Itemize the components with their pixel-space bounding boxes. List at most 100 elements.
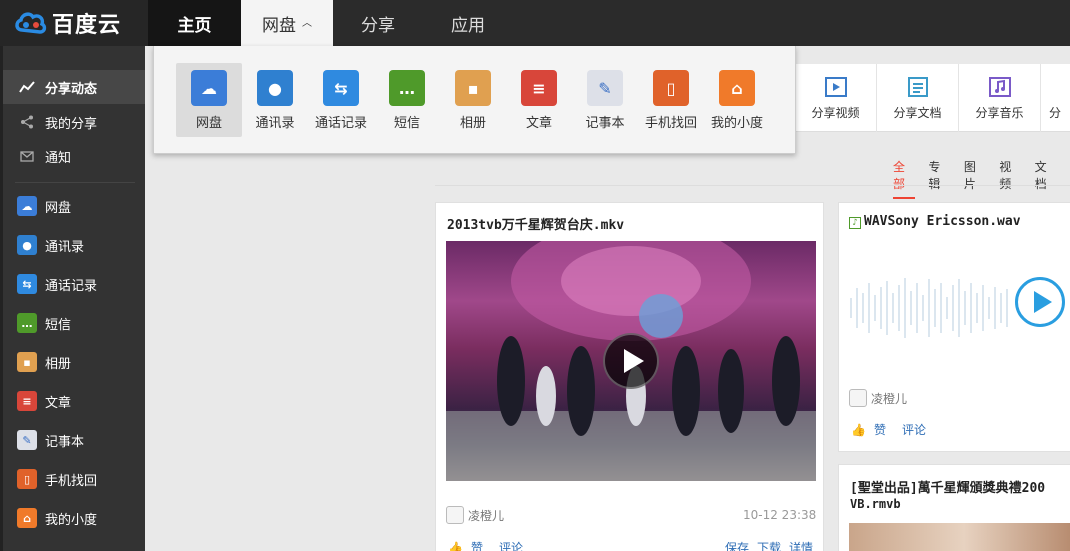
video-thumbnail[interactable] [446,241,816,481]
sidebar-item-calllog[interactable]: ⇆ 通话记录 [3,267,145,301]
logo[interactable]: 百度云 [0,0,148,46]
sidebar-item-sms[interactable]: … 短信 [3,306,145,340]
baidu-cloud-logo-icon [15,12,47,34]
menu-item-notepad[interactable]: ✎ 记事本 [572,63,638,137]
brand-name: 百度云 [52,13,122,38]
menu-item-label: 网盘 [195,116,222,131]
filter-divider [435,185,1070,186]
card-actions-left: 👍 赞 评论 [448,539,531,551]
menu-item-article[interactable]: ≡ 文章 [506,63,572,137]
menu-item-label: 相册 [459,116,486,131]
sidebar-item-article[interactable]: ≡ 文章 [3,384,145,418]
home-icon: ⌂ [17,508,37,528]
album-icon: ▪ [455,70,491,106]
share-icon [17,112,37,132]
comment-button[interactable]: 评论 [499,539,523,551]
sidebar-item-phonefind[interactable]: ▯ 手机找回 [3,462,145,496]
avatar [849,389,867,407]
menu-item-contacts[interactable]: ● 通讯录 [242,63,308,137]
nav-disk-label: 网盘 [262,15,296,36]
sidebar-item-notice[interactable]: 通知 [3,139,145,173]
detail-button[interactable]: 详情 [789,539,813,551]
card-actions-right: 保存 下载 详情 [725,539,821,551]
menu-item-xiaodu[interactable]: ⌂ 我的小度 [704,63,770,137]
sidebar-item-contacts[interactable]: ● 通讯录 [3,228,145,262]
share-doc-button[interactable]: 分享文档 [877,64,959,132]
feed-card-audio: ♪ WAVSony Ericsson.wav 凌橙儿 👍 赞 评论 [838,202,1070,452]
audio-file-icon: ♪ [849,217,861,229]
play-icon[interactable] [1015,277,1065,327]
nav-home[interactable]: 主页 [148,0,241,46]
save-button[interactable]: 保存 [725,539,749,551]
menu-item-album[interactable]: ▪ 相册 [440,63,506,137]
nav-share[interactable]: 分享 [333,0,423,46]
sidebar-item-label: 文章 [45,395,72,411]
menu-item-label: 记事本 [585,116,625,131]
share-doc-label: 分享文档 [893,105,942,120]
user-name: 凌橙儿 [468,508,505,523]
menu-item-disk[interactable]: ☁ 网盘 [176,63,242,137]
menu-item-phonefind[interactable]: ▯ 手机找回 [638,63,704,137]
sidebar-item-label: 我的分享 [45,116,98,132]
contacts-icon: ● [257,70,293,106]
sidebar-item-label: 通话记录 [45,278,98,294]
sidebar: 分享动态 我的分享 通知 ☁ 网盘 ● 通讯录 ⇆ 通话记录 … 短信 ▪ 相册… [0,46,145,551]
filter-all[interactable]: 全部 [893,158,916,199]
rmvb-thumbnail[interactable] [849,523,1070,551]
menu-item-label: 文章 [525,116,552,131]
feed-card-video: 2013tvb万千星辉贺台庆.mkv 凌橙儿 10-12 23:38 👍 赞 评… [435,202,824,551]
call-log-icon: ⇆ [17,274,37,294]
download-button[interactable]: 下载 [757,539,781,551]
sidebar-item-disk[interactable]: ☁ 网盘 [3,189,145,223]
card-title-line2[interactable]: VB.rmvb [850,497,901,511]
article-icon: ≡ [521,70,557,106]
sidebar-item-label: 我的小度 [45,512,98,528]
call-log-icon: ⇆ [323,70,359,106]
home-icon: ⌂ [719,70,755,106]
card-user[interactable]: 凌橙儿 [446,506,504,524]
sidebar-item-label: 手机找回 [45,473,98,489]
share-more-button[interactable]: 分 [1041,64,1070,132]
play-icon[interactable] [603,333,659,389]
sidebar-item-label: 网盘 [45,200,72,216]
card-user[interactable]: 凌橙儿 [849,389,907,407]
nav-disk[interactable]: 网盘 ︿ [241,0,333,46]
share-music-label: 分享音乐 [975,105,1024,120]
card-actions-left: 👍 赞 评论 [851,421,934,438]
like-button[interactable]: 👍 赞 [851,421,894,438]
menu-item-label: 短信 [393,116,420,131]
menu-item-label: 手机找回 [644,116,697,131]
activity-icon [17,77,37,97]
user-name: 凌橙儿 [871,391,908,406]
card-title[interactable]: 2013tvb万千星辉贺台庆.mkv [447,214,624,233]
sidebar-item-feed[interactable]: 分享动态 [3,70,145,104]
sidebar-item-label: 相册 [45,356,72,372]
avatar [446,506,464,524]
phone-find-icon: ▯ [17,469,37,489]
share-video-button[interactable]: 分享视频 [795,64,877,132]
sidebar-item-album[interactable]: ▪ 相册 [3,345,145,379]
filter-video[interactable]: 视频 [999,158,1021,199]
sidebar-item-notepad[interactable]: ✎ 记事本 [3,423,145,457]
sidebar-item-label: 分享动态 [45,81,98,97]
comment-button[interactable]: 评论 [902,421,926,438]
menu-item-sms[interactable]: … 短信 [374,63,440,137]
filter-album[interactable]: 专辑 [928,158,950,199]
sidebar-item-label: 通知 [45,150,72,166]
menu-item-label: 通讯录 [255,116,295,131]
like-button[interactable]: 👍 赞 [448,539,491,551]
menu-item-calllog[interactable]: ⇆ 通话记录 [308,63,374,137]
sidebar-item-label: 通讯录 [45,239,85,255]
sidebar-item-xiaodu[interactable]: ⌂ 我的小度 [3,501,145,535]
filter-doc[interactable]: 文档 [1035,158,1057,199]
nav-apps[interactable]: 应用 [423,0,513,46]
cloud-icon: ☁ [17,196,37,216]
filter-picture[interactable]: 图片 [964,158,986,199]
card-title-line1[interactable]: [聖堂出品]萬千星輝頒獎典禮200 [850,477,1045,496]
sidebar-item-myshare[interactable]: 我的分享 [3,105,145,139]
share-music-button[interactable]: 分享音乐 [959,64,1041,132]
card-title[interactable]: ♪ WAVSony Ericsson.wav [849,214,1021,229]
sidebar-item-label: 短信 [45,317,72,333]
sms-icon: … [17,313,37,333]
music-icon [988,76,1011,97]
